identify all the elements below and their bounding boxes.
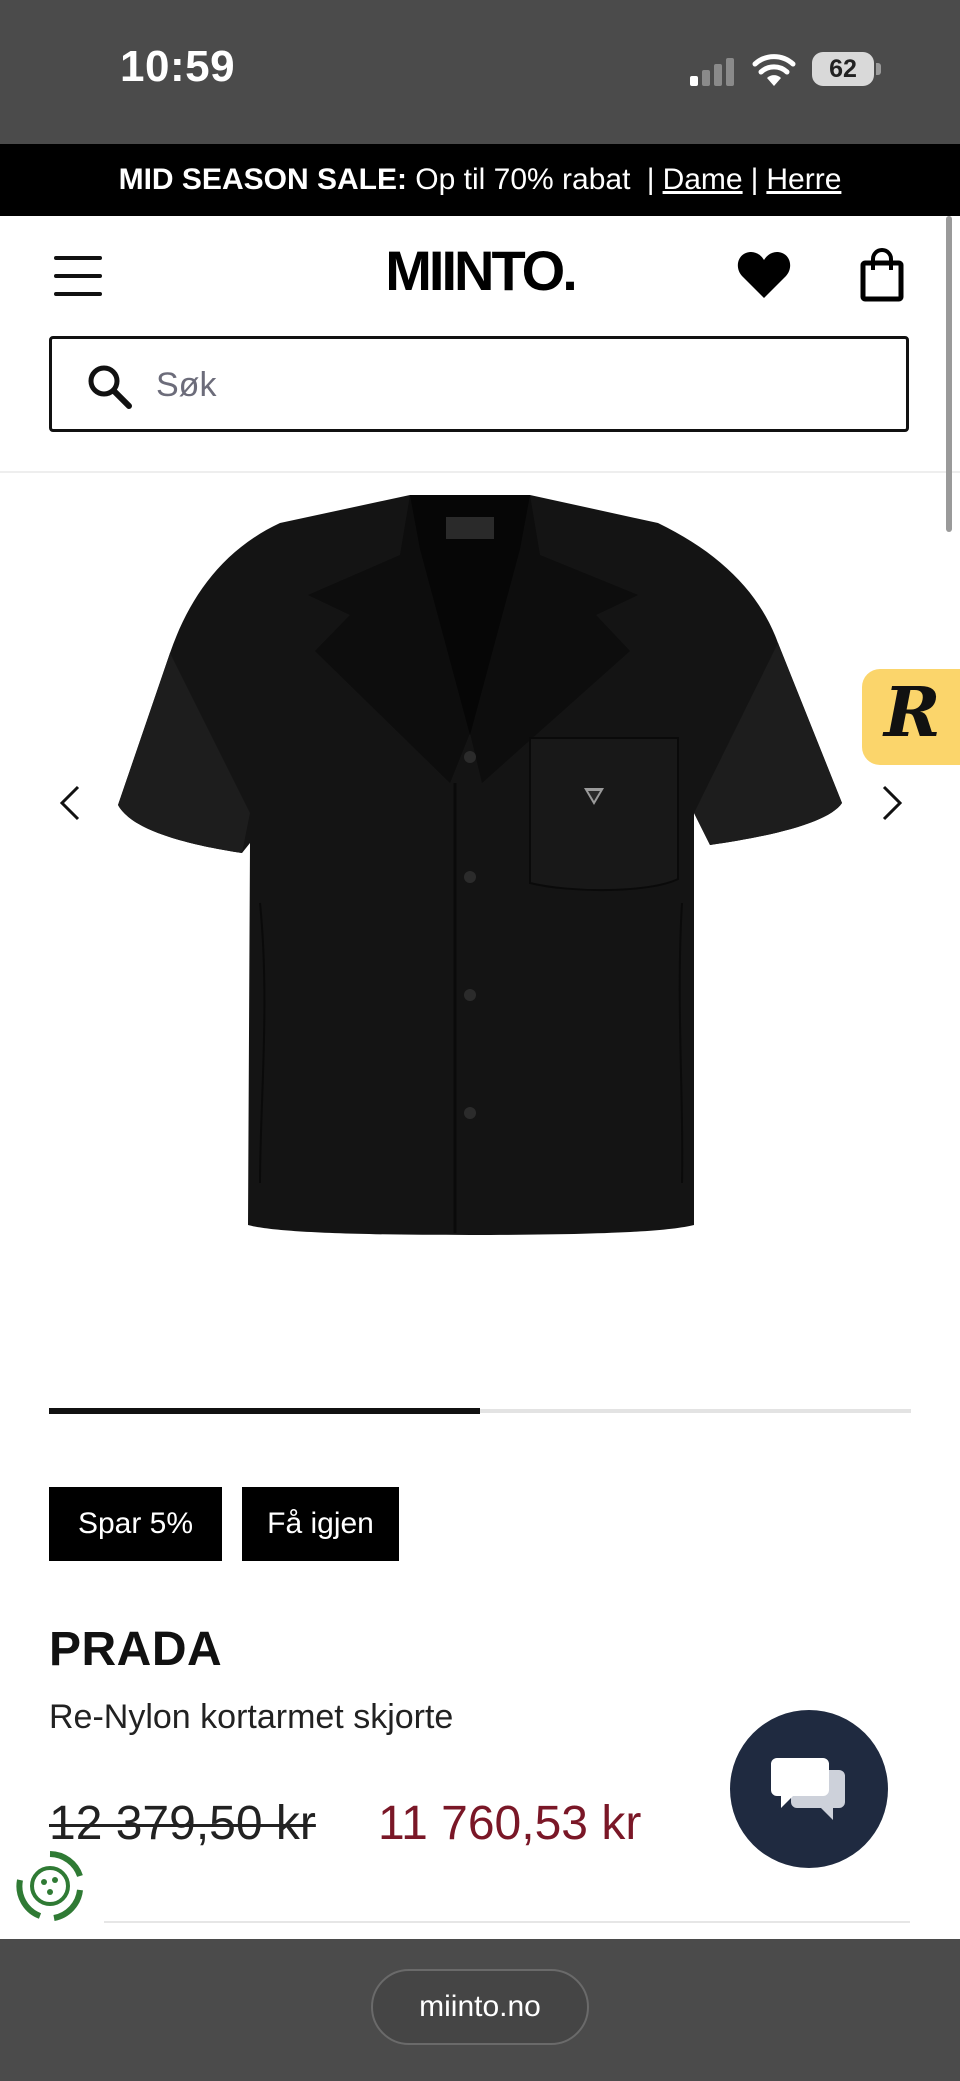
status-bar: 10:59 62	[0, 0, 960, 144]
battery-level: 62	[812, 52, 874, 86]
r-widget-badge[interactable]: R	[862, 669, 960, 765]
menu-icon[interactable]	[54, 256, 102, 296]
r-badge-letter: R	[884, 673, 941, 753]
browser-bottom-bar: miinto.no	[0, 1939, 960, 2081]
chat-icon	[771, 1758, 845, 1820]
search-bar[interactable]	[49, 336, 909, 432]
chat-button[interactable]	[730, 1710, 888, 1868]
wifi-icon	[752, 54, 796, 86]
product-name: Re-Nylon kortarmet skjorte	[49, 1698, 454, 1736]
product-image[interactable]	[110, 483, 850, 1243]
search-icon	[88, 365, 132, 409]
promo-link-women[interactable]: Dame	[663, 163, 743, 196]
product-brand[interactable]: PRADA	[49, 1622, 222, 1677]
url-bar[interactable]: miinto.no	[371, 1969, 589, 2045]
sustainability-icon[interactable]	[14, 1850, 86, 1922]
promo-link-men[interactable]: Herre	[766, 163, 841, 196]
battery-icon: 62	[812, 52, 881, 88]
status-time: 10:59	[120, 42, 236, 91]
promo-text: Op til 70% rabat	[415, 163, 631, 196]
promo-banner: MID SEASON SALE: Op til 70% rabat | Dame |…	[0, 144, 960, 216]
promo-separator: |	[750, 163, 759, 196]
heart-icon[interactable]	[736, 250, 792, 300]
cellular-signal-icon	[690, 58, 734, 86]
gallery-progress	[49, 1408, 911, 1414]
search-input[interactable]	[156, 357, 876, 413]
chevron-left-icon[interactable]	[50, 773, 90, 833]
promo-separator: |	[646, 163, 655, 196]
chevron-right-icon[interactable]	[872, 773, 912, 833]
save-badge: Spar 5%	[49, 1487, 222, 1561]
product-gallery[interactable]: R	[0, 473, 960, 1383]
content-divider	[104, 1921, 910, 1923]
sale-price: 11 760,53 kr	[378, 1797, 642, 1850]
original-price: 12 379,50 kr	[49, 1797, 316, 1850]
shopping-bag-icon[interactable]	[860, 248, 904, 302]
promo-title: MID SEASON SALE:	[118, 163, 407, 196]
back-in-stock-badge: Få igjen	[242, 1487, 399, 1561]
gallery-progress-fill	[49, 1408, 480, 1414]
logo[interactable]: MIINTO.	[330, 238, 630, 303]
